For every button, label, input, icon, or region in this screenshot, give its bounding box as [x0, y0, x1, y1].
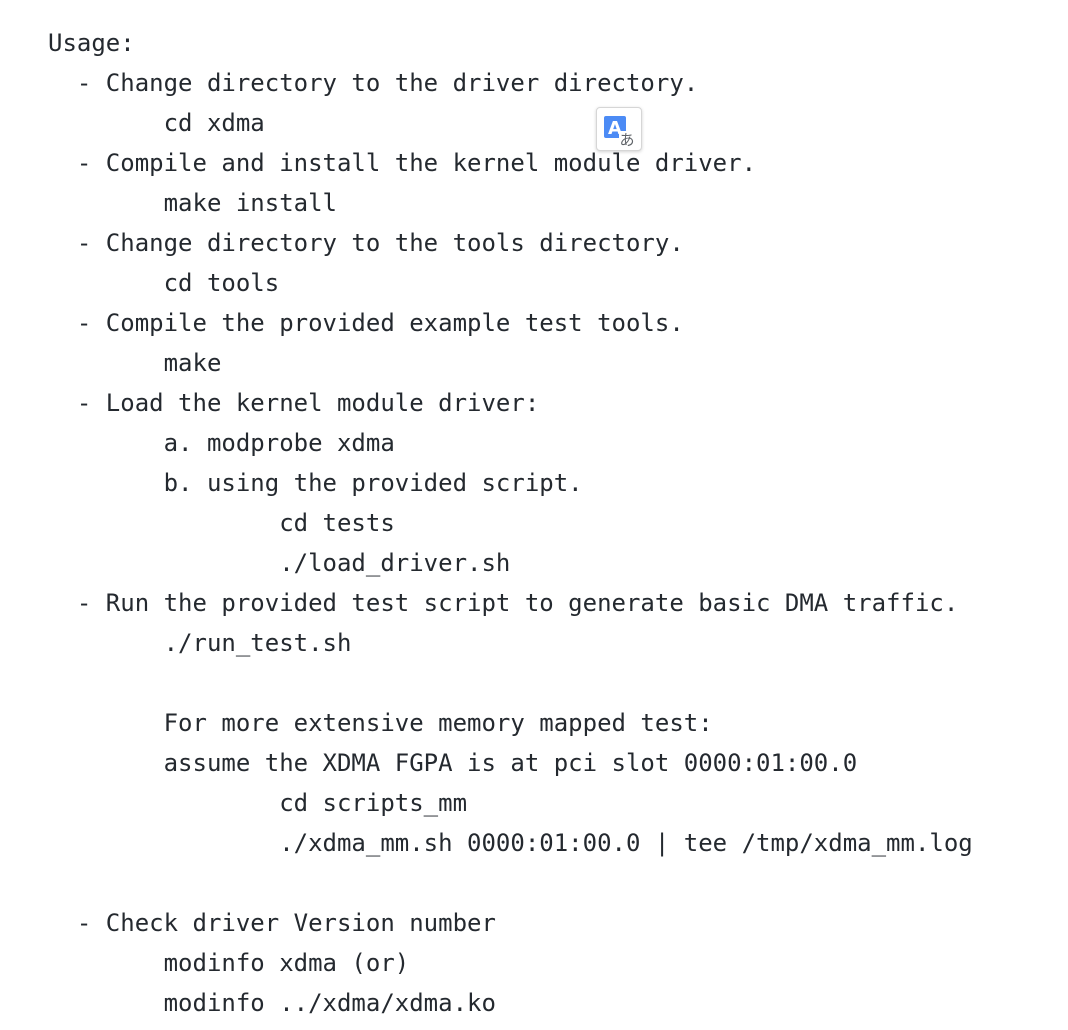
code-line: make install: [48, 189, 337, 217]
code-line: cd tests: [48, 509, 395, 537]
code-line: Usage:: [48, 29, 135, 57]
code-line: For more extensive memory mapped test:: [48, 709, 713, 737]
code-line: ./xdma_mm.sh 0000:01:00.0 | tee /tmp/xdm…: [48, 829, 973, 857]
code-line: ./load_driver.sh: [48, 549, 511, 577]
code-line: ./run_test.sh: [48, 629, 352, 657]
code-line: a. modprobe xdma: [48, 429, 395, 457]
translate-icon: A あ: [604, 116, 635, 149]
code-line: cd xdma: [48, 109, 265, 137]
code-line: - Compile and install the kernel module …: [48, 149, 757, 177]
code-line: - Check driver Version number: [48, 909, 496, 937]
code-line: modinfo xdma (or): [48, 949, 410, 977]
code-line: - Change directory to the driver directo…: [48, 69, 699, 97]
code-line: - Compile the provided example test tool…: [48, 309, 684, 337]
code-line: modinfo ../xdma/xdma.ko: [48, 989, 496, 1017]
code-line: assume the XDMA FGPA is at pci slot 0000…: [48, 749, 858, 777]
translate-icon-kana-glyph: あ: [619, 131, 634, 149]
code-line: make: [48, 349, 222, 377]
code-line: b. using the provided script.: [48, 469, 583, 497]
code-line: cd tools: [48, 269, 280, 297]
code-line: - Change directory to the tools director…: [48, 229, 684, 257]
readme-code-block: Usage: - Change directory to the driver …: [48, 23, 973, 1023]
code-line: - Load the kernel module driver:: [48, 389, 540, 417]
code-line: cd scripts_mm: [48, 789, 468, 817]
code-line: - Run the provided test script to genera…: [48, 589, 959, 617]
translate-button[interactable]: A あ: [596, 107, 642, 151]
